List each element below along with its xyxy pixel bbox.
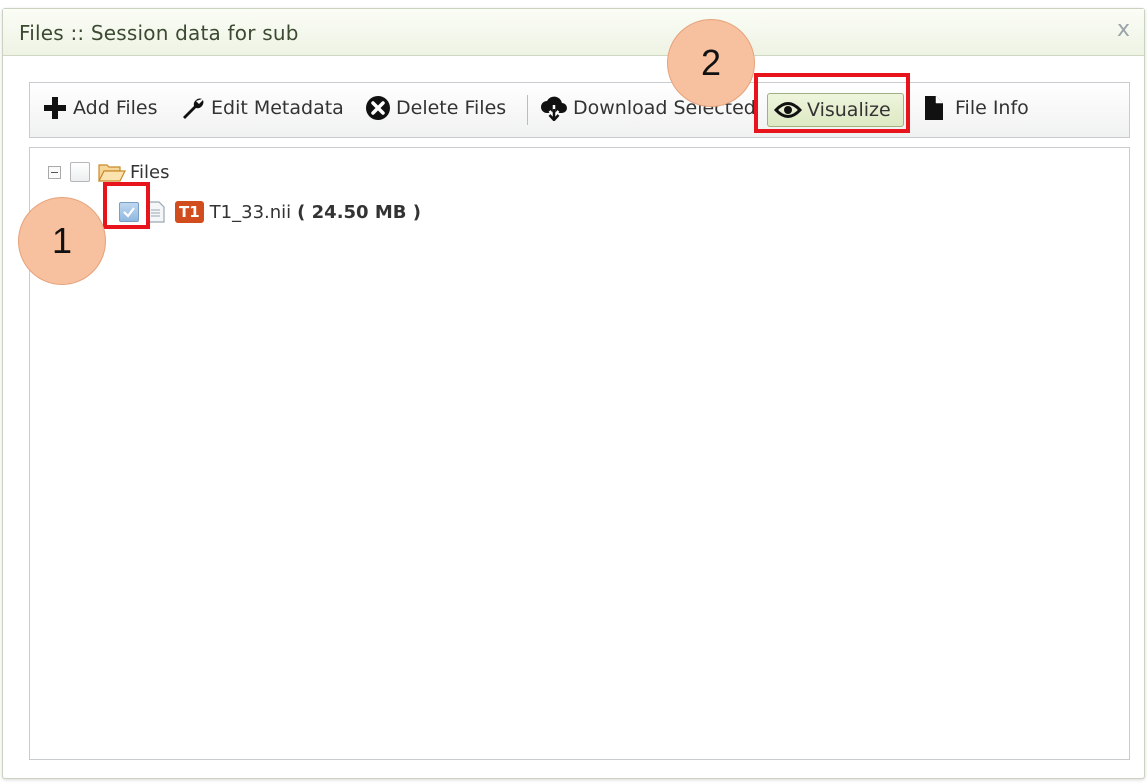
visualize-button[interactable]: Visualize [767,93,904,127]
file-tree: Files T1 T1_33.nii ( 24.50 MB ) [29,147,1130,760]
close-icon[interactable]: x [1117,17,1130,42]
plus-icon [44,97,66,119]
toolbar-separator [527,95,528,125]
document-icon [925,96,943,120]
eye-icon [774,102,802,118]
dialog-titlebar: Files :: Session data for sub x [3,9,1144,56]
x-circle-icon [366,96,390,120]
add-files-label: Add Files [73,97,158,119]
delete-files-button[interactable]: Delete Files [365,93,506,123]
files-toolbar: Add Files Edit Metadata Delete Files Dow… [29,82,1130,138]
step-1-callout: 1 [18,197,106,285]
collapse-toggle[interactable] [48,165,61,179]
file-icon [147,201,165,223]
root-checkbox[interactable] [70,162,90,182]
edit-metadata-button[interactable]: Edit Metadata [180,93,344,123]
visualize-label: Visualize [807,99,891,121]
step-2-callout: 2 [667,19,755,107]
delete-files-label: Delete Files [396,97,507,119]
add-files-button[interactable]: Add Files [42,93,158,123]
cloud-download-icon [541,96,567,121]
folder-open-icon [98,164,126,182]
t1-badge: T1 [175,201,204,223]
edit-metadata-label: Edit Metadata [211,97,344,119]
file-checkbox[interactable] [119,202,139,222]
file-row[interactable]: T1 T1_33.nii ( 24.50 MB ) [119,199,421,225]
file-info-button[interactable]: File Info [922,93,1029,123]
check-icon [123,207,135,218]
dialog-title: Files :: Session data for sub [19,21,299,45]
root-label: Files [130,161,170,183]
wrench-icon [183,98,204,119]
file-size: ( 24.50 MB ) [297,201,421,223]
file-info-label: File Info [955,97,1029,119]
files-dialog: Files :: Session data for sub x Add File… [2,8,1145,779]
tree-root-row[interactable]: Files [48,159,170,185]
file-name: T1_33.nii [209,201,292,223]
